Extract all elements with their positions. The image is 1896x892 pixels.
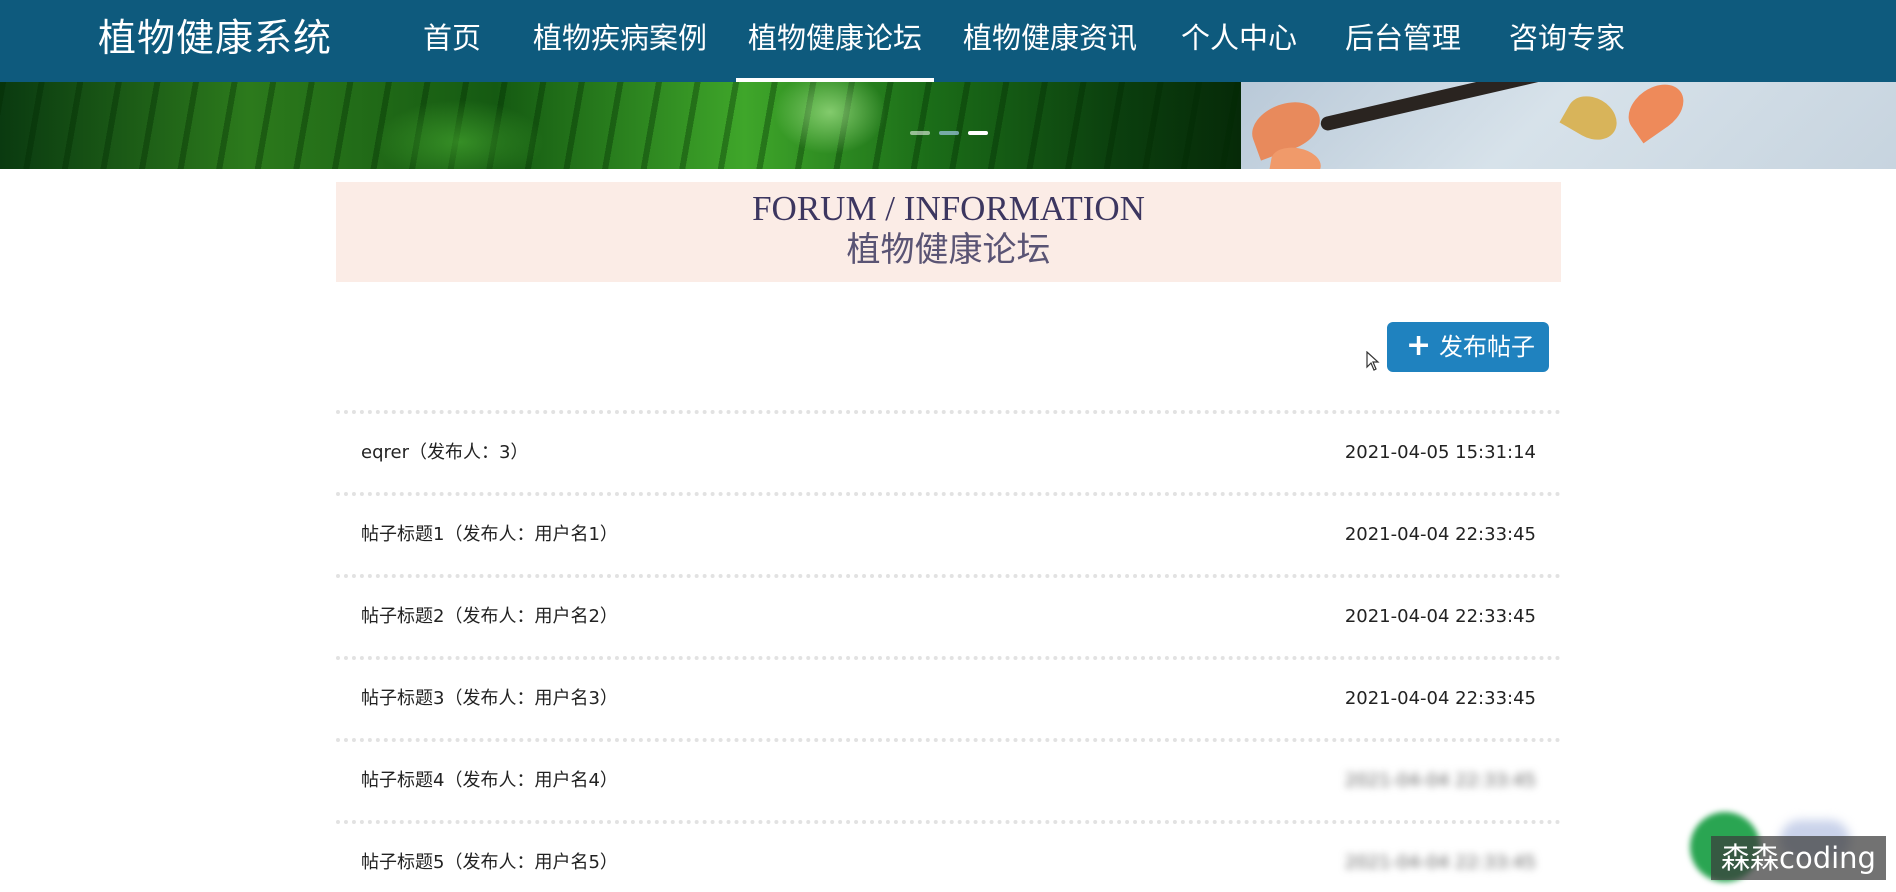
- nav-item-consult-expert[interactable]: 咨询专家: [1509, 0, 1625, 82]
- nav-item-disease-cases[interactable]: 植物疾病案例: [533, 0, 707, 82]
- banner-image-green-grass: [0, 82, 1241, 169]
- forum-post-row[interactable]: 帖子标题2（发布人：用户名2） 2021-04-04 22:33:45: [336, 574, 1561, 656]
- post-title[interactable]: 帖子标题1（发布人：用户名1）: [361, 520, 618, 550]
- post-title[interactable]: eqrer（发布人：3）: [361, 438, 528, 468]
- nav-item-health-news[interactable]: 植物健康资讯: [963, 0, 1137, 82]
- nav-item-personal-center[interactable]: 个人中心: [1181, 0, 1297, 82]
- post-date: 2021-04-04 22:33:45: [1344, 688, 1536, 709]
- post-title[interactable]: 帖子标题2（发布人：用户名2）: [361, 602, 618, 632]
- post-date: 2021-04-05 15:31:14: [1344, 442, 1536, 463]
- nav-item-home[interactable]: 首页: [423, 0, 481, 82]
- watermark-text: 森森coding: [1711, 836, 1886, 880]
- section-title-cn: 植物健康论坛: [846, 230, 1051, 270]
- post-date: 2021-04-04 22:33:45: [1344, 606, 1536, 627]
- forum-post-row[interactable]: 帖子标题5（发布人：用户名5） 2021-04-04 22:33:45: [336, 820, 1561, 892]
- post-title[interactable]: 帖子标题4（发布人：用户名4）: [361, 766, 618, 796]
- section-title-box: FORUM / INFORMATION 植物健康论坛: [336, 182, 1561, 282]
- new-post-button[interactable]: + 发布帖子: [1387, 322, 1549, 372]
- app-title[interactable]: 植物健康系统: [98, 12, 332, 64]
- post-title[interactable]: 帖子标题5（发布人：用户名5）: [361, 848, 618, 878]
- top-navigation-bar: 植物健康系统 首页 植物疾病案例 植物健康论坛 植物健康资讯 个人中心 后台管理…: [0, 0, 1896, 82]
- plus-icon: +: [1406, 328, 1432, 363]
- banner-carousel: [0, 82, 1896, 169]
- nav-item-admin[interactable]: 后台管理: [1345, 0, 1461, 82]
- carousel-dot-2[interactable]: [939, 131, 959, 135]
- carousel-dot-3[interactable]: [968, 131, 988, 135]
- section-title-en: FORUM / INFORMATION: [752, 189, 1145, 228]
- nav-item-health-forum[interactable]: 植物健康论坛: [735, 0, 935, 82]
- post-date: 2021-04-04 22:33:45: [1344, 524, 1536, 545]
- new-post-label: 发布帖子: [1439, 333, 1535, 361]
- post-date: 2021-04-04 22:33:45: [1344, 770, 1536, 791]
- forum-post-row[interactable]: 帖子标题1（发布人：用户名1） 2021-04-04 22:33:45: [336, 492, 1561, 574]
- mouse-cursor-icon: [1366, 351, 1380, 371]
- forum-post-row[interactable]: eqrer（发布人：3） 2021-04-05 15:31:14: [336, 410, 1561, 492]
- post-date: 2021-04-04 22:33:45: [1344, 852, 1536, 873]
- forum-post-row[interactable]: 帖子标题3（发布人：用户名3） 2021-04-04 22:33:45: [336, 656, 1561, 738]
- banner-image-branch-leaves: [1241, 82, 1896, 169]
- forum-post-row[interactable]: 帖子标题4（发布人：用户名4） 2021-04-04 22:33:45: [336, 738, 1561, 820]
- post-title[interactable]: 帖子标题3（发布人：用户名3）: [361, 684, 618, 714]
- carousel-dot-1[interactable]: [910, 131, 930, 135]
